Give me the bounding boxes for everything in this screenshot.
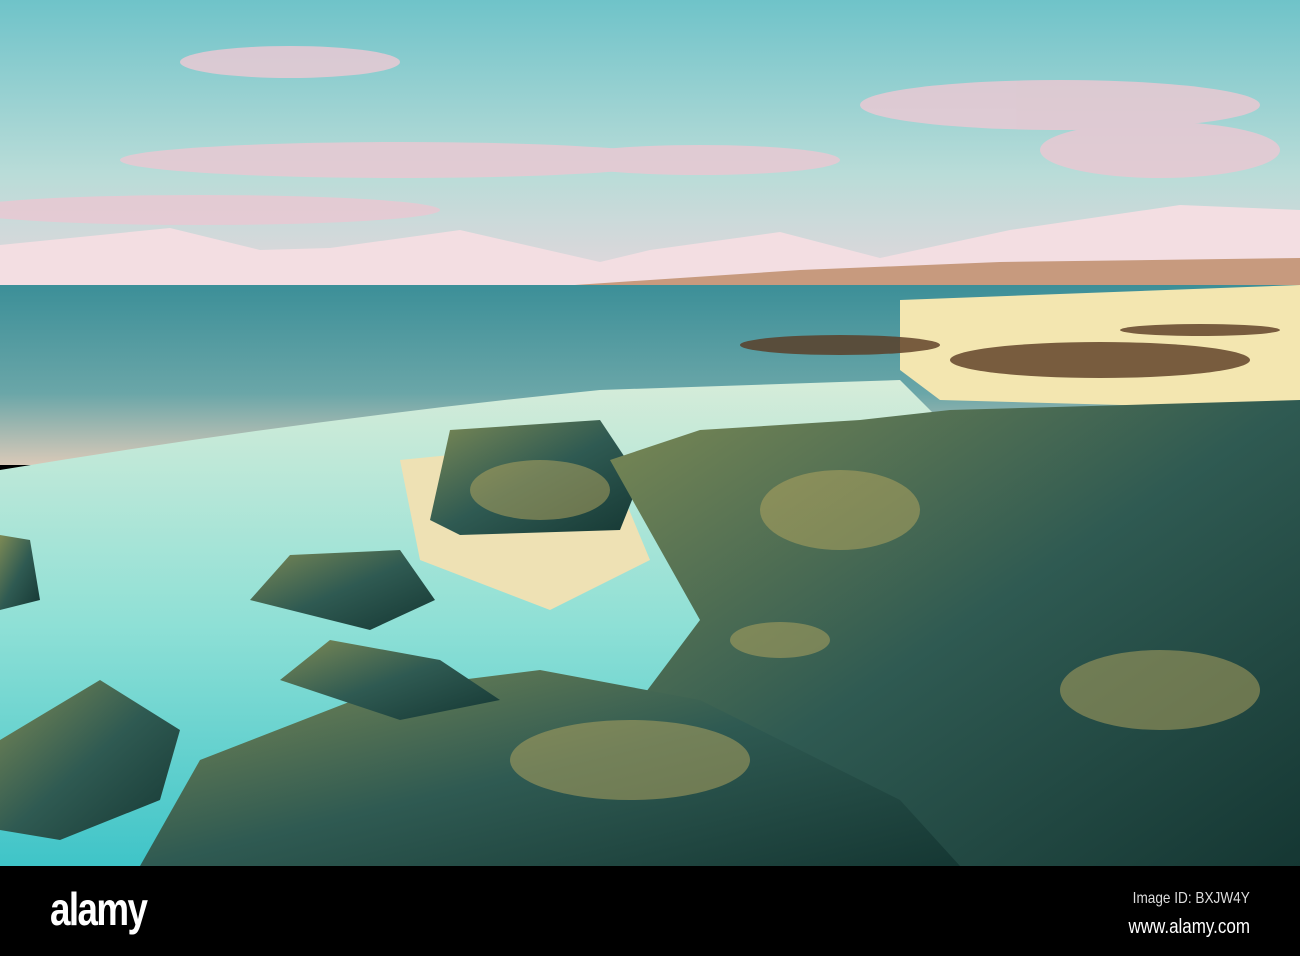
alamy-logo[interactable]: alamy [50, 882, 148, 936]
site-url-link[interactable]: www.alamy.com [1128, 916, 1250, 939]
image-id-label: Image ID: BXJW4Y [1132, 890, 1250, 907]
stock-photo-page: alamy Image ID: BXJW4Y www.alamy.com [0, 0, 1300, 956]
coastal-landscape-photo [0, 0, 1300, 866]
stock-footer: alamy Image ID: BXJW4Y www.alamy.com [0, 866, 1300, 956]
